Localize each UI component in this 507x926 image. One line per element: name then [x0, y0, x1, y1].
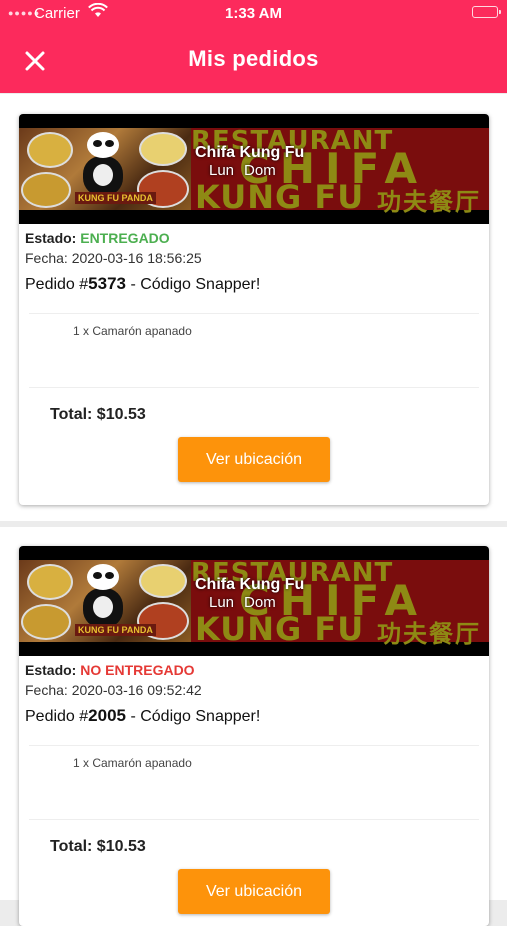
order-number-label: Pedido # [25, 276, 89, 293]
order-info: Estado: ENTREGADO Fecha: 2020-03-16 18:5… [25, 230, 485, 304]
restaurant-banner: KUNG FU PANDA RESTAURANT CHIFA KUNG FU 功… [19, 546, 489, 656]
view-location-button[interactable]: Ver ubicación [178, 437, 330, 482]
order-date: Fecha: 2020-03-16 09:52:42 [25, 682, 485, 704]
clock-time: 1:33 AM [225, 5, 282, 22]
day-to: Dom [244, 162, 276, 179]
status-bar: ●●●●● Carrier 1:33 AM [0, 0, 507, 26]
divider [29, 387, 479, 388]
date-value: 2020-03-16 09:52:42 [71, 682, 202, 698]
date-label: Fecha: [25, 682, 68, 698]
order-number: Pedido #2005 - Código Snapper! [25, 706, 485, 736]
divider [29, 819, 479, 820]
order-card: KUNG FU PANDA RESTAURANT CHIFA KUNG FU 功… [19, 546, 489, 926]
day-from: Lun [209, 162, 235, 179]
divider [29, 745, 479, 746]
day-to: Dom [244, 594, 276, 611]
app-header: ●●●●● Carrier 1:33 AM Mis pedidos [0, 0, 507, 93]
food-image: KUNG FU PANDA [19, 560, 191, 642]
banner-logo: KUNG FU PANDA [75, 192, 156, 204]
order-total: Total: $10.53 [50, 406, 146, 423]
order-number-value: 5373 [88, 274, 126, 293]
order-status: Estado: NO ENTREGADO [25, 662, 485, 682]
view-location-button[interactable]: Ver ubicación [178, 869, 330, 914]
order-number-value: 2005 [88, 706, 126, 725]
order-info: Estado: NO ENTREGADO Fecha: 2020-03-16 0… [25, 662, 485, 736]
restaurant-name: Chifa Kung Fu [195, 576, 305, 593]
restaurant-days: Lun Dom [209, 162, 276, 179]
banner-logo: KUNG FU PANDA [75, 624, 156, 636]
food-image: KUNG FU PANDA [19, 128, 191, 210]
order-total: Total: $10.53 [50, 838, 146, 855]
order-number-label: Pedido # [25, 708, 89, 725]
banner-text: 功夫餐厅 [377, 188, 481, 216]
restaurant-days: Lun Dom [209, 594, 276, 611]
status-badge: ENTREGADO [80, 230, 170, 246]
banner-text: KUNG FU [195, 178, 365, 216]
divider [29, 313, 479, 314]
date-value: 2020-03-16 18:56:25 [71, 250, 202, 266]
banner-text: 功夫餐厅 [377, 620, 481, 648]
order-item: 1 x Camarón apanado [73, 756, 192, 770]
restaurant-banner: KUNG FU PANDA RESTAURANT CHIFA KUNG FU 功… [19, 114, 489, 224]
status-label: Estado: [25, 230, 77, 246]
order-status: Estado: ENTREGADO [25, 230, 485, 250]
status-badge: NO ENTREGADO [80, 662, 195, 678]
status-label: Estado: [25, 662, 77, 678]
date-label: Fecha: [25, 250, 68, 266]
banner-text: KUNG FU [195, 610, 365, 648]
order-item: 1 x Camarón apanado [73, 324, 192, 338]
day-from: Lun [209, 594, 235, 611]
order-code: - Código Snapper! [126, 276, 261, 293]
page-title: Mis pedidos [188, 46, 319, 71]
order-code: - Código Snapper! [126, 708, 261, 725]
order-number: Pedido #5373 - Código Snapper! [25, 274, 485, 304]
order-card: KUNG FU PANDA RESTAURANT CHIFA KUNG FU 功… [19, 114, 489, 505]
restaurant-name: Chifa Kung Fu [195, 144, 305, 161]
order-date: Fecha: 2020-03-16 18:56:25 [25, 250, 485, 272]
battery-icon [472, 6, 501, 18]
